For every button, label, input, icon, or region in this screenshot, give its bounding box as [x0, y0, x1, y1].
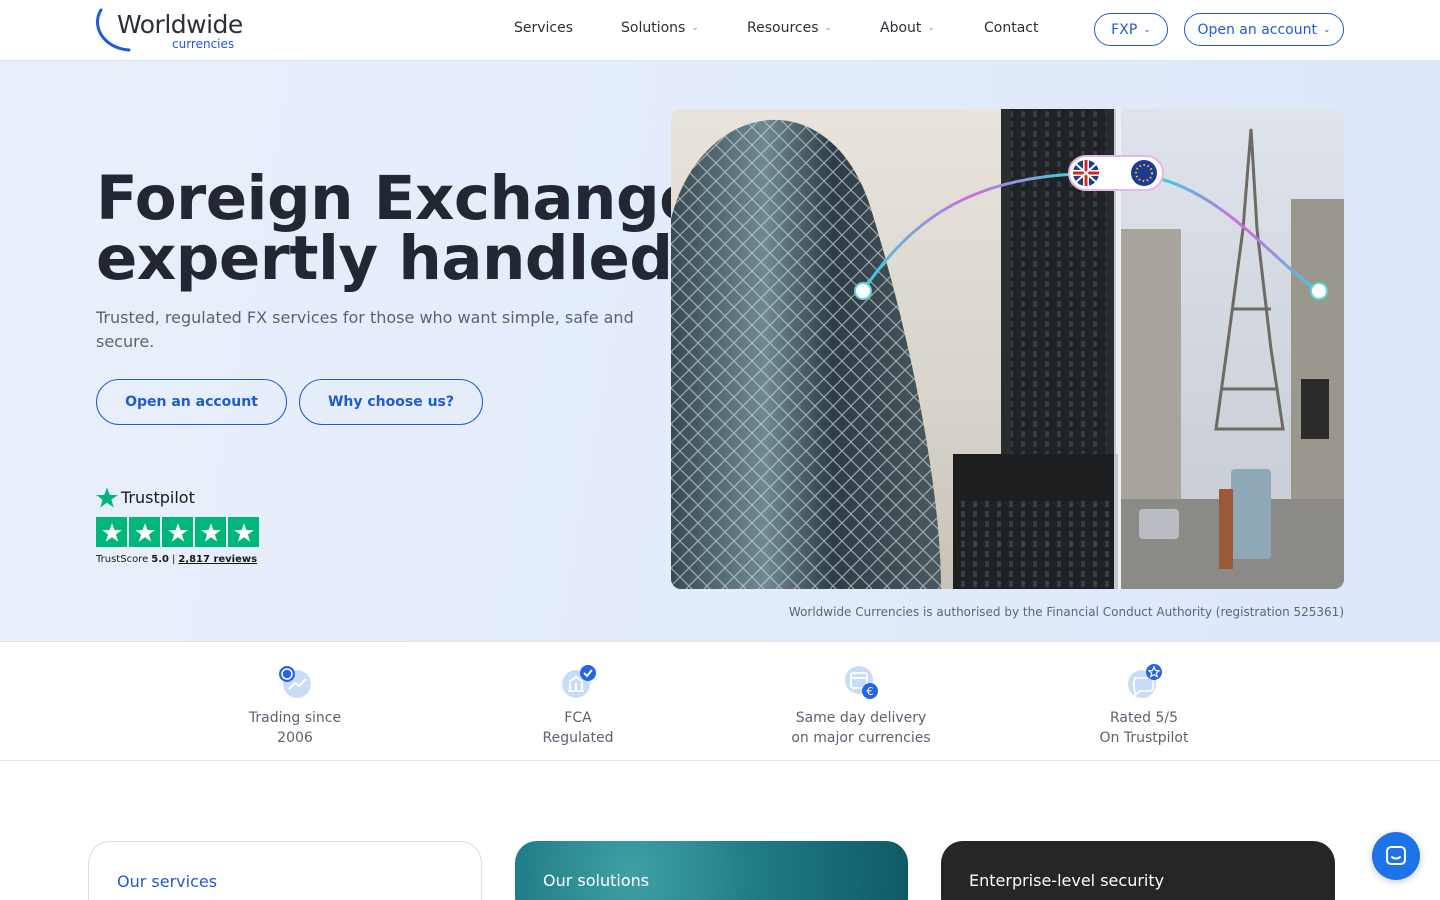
- feature-line-2: 2006: [277, 730, 313, 746]
- fxp-label: FXP: [1111, 21, 1138, 38]
- our-solutions-title: Our solutions: [543, 871, 650, 890]
- trustpilot-reviews-link[interactable]: 2,817 reviews: [178, 554, 257, 565]
- nav-contact[interactable]: Contact: [984, 20, 1038, 36]
- clock-trend-icon: [279, 666, 311, 698]
- chevron-down-icon: ⌄: [1322, 24, 1331, 35]
- open-account-dropdown-button[interactable]: Open an account ⌄: [1184, 13, 1344, 46]
- trustpilot-star-icon: [96, 487, 118, 508]
- feature-line-2: Regulated: [542, 730, 614, 746]
- why-choose-us-button[interactable]: Why choose us?: [299, 379, 483, 425]
- site-header: Worldwide currencies Services Solutions …: [0, 0, 1440, 61]
- chat-launcher-button[interactable]: [1372, 832, 1420, 880]
- our-services-card[interactable]: Our services: [88, 841, 482, 900]
- hero-title: Foreign Exchange, expertly handled.: [96, 163, 723, 294]
- trustpilot-logo[interactable]: Trustpilot: [96, 486, 195, 508]
- feature-rated-5-5: Rated 5/5 On Trustpilot: [1044, 662, 1244, 748]
- feature-text: Same day delivery on major currencies: [761, 708, 961, 748]
- chat-icon: [1386, 846, 1406, 865]
- logo-subtitle: currencies: [172, 37, 235, 51]
- worldwide-currencies-logo[interactable]: Worldwide currencies: [95, 8, 245, 52]
- trustpilot-star-icon: [162, 517, 193, 547]
- feature-line-1: Same day delivery: [795, 710, 927, 726]
- feature-line-2: on major currencies: [791, 730, 931, 746]
- trustpilot-star-icon: [195, 517, 226, 547]
- feature-line-1: Rated 5/5: [1110, 710, 1178, 726]
- chat-star-icon: [1128, 664, 1162, 698]
- nav-solutions-label: Solutions: [621, 20, 686, 36]
- chevron-down-icon: ⌄: [691, 23, 699, 33]
- nav-contact-label: Contact: [984, 20, 1039, 36]
- hero-image-london-paris: [671, 109, 1344, 589]
- nav-about-label: About: [880, 20, 922, 36]
- feature-same-day-delivery: € Same day delivery on major currencies: [761, 662, 961, 748]
- feature-fca-regulated: FCA Regulated: [478, 662, 678, 748]
- hero-section: Foreign Exchange, expertly handled. Trus…: [0, 61, 1440, 642]
- feature-text: Rated 5/5 On Trustpilot: [1044, 708, 1244, 748]
- trustscore-label: TrustScore: [96, 554, 149, 565]
- nav-resources-label: Resources: [747, 20, 819, 36]
- open-account-label: Open an account: [1197, 21, 1317, 38]
- trustpilot-score: TrustScore 5.0 | 2,817 reviews: [96, 554, 257, 565]
- chevron-down-icon: ⌄: [1143, 24, 1151, 35]
- hero-title-line-1: Foreign Exchange,: [96, 163, 723, 234]
- eur-flag-icon: [1131, 160, 1157, 186]
- hero-subtitle: Trusted, regulated FX services for those…: [96, 308, 634, 351]
- chevron-down-icon: ⌄: [824, 23, 833, 33]
- trustpilot-star-icon: [96, 517, 127, 547]
- nav-services-label: Services: [514, 20, 574, 36]
- features-strip: Trading since 2006 FCA Regulated € Same …: [0, 642, 1440, 761]
- fca-authorisation-note: Worldwide Currencies is authorised by th…: [788, 605, 1344, 619]
- feature-line-1: FCA: [564, 710, 592, 726]
- feature-line-1: Trading since: [248, 710, 342, 726]
- open-account-button[interactable]: Open an account: [96, 379, 287, 425]
- trustscore-value: 5.0: [151, 554, 169, 565]
- fxp-dropdown-button[interactable]: FXP ⌄: [1094, 13, 1168, 46]
- trustpilot-brand: Trustpilot: [121, 487, 195, 507]
- enterprise-security-card[interactable]: Enterprise-level security: [941, 841, 1335, 900]
- bank-check-icon: [562, 665, 596, 698]
- feature-text: FCA Regulated: [478, 708, 678, 748]
- nav-solutions[interactable]: Solutions ⌄: [621, 20, 699, 36]
- trustpilot-star-icon: [129, 517, 160, 547]
- nav-services[interactable]: Services: [514, 20, 573, 36]
- enterprise-security-title: Enterprise-level security: [969, 871, 1165, 890]
- trustpilot-star-icon: [228, 517, 259, 547]
- nav-resources[interactable]: Resources ⌄: [747, 20, 832, 36]
- chevron-down-icon: ⌄: [927, 23, 935, 33]
- trustscore-separator: |: [171, 554, 176, 565]
- our-solutions-card[interactable]: Our solutions: [515, 841, 908, 900]
- calendar-euro-icon: €: [845, 666, 878, 699]
- hero-illustration: [671, 109, 1344, 589]
- gbp-flag-icon: [1073, 160, 1099, 186]
- feature-trading-since: Trading since 2006: [195, 662, 395, 748]
- hero-title-line-2: expertly handled.: [96, 223, 696, 294]
- logo-wordmark: Worldwide: [117, 10, 243, 39]
- nav-about[interactable]: About ⌄: [880, 20, 935, 36]
- feature-text: Trading since 2006: [195, 708, 395, 748]
- svg-text:€: €: [867, 685, 874, 698]
- trustpilot-rating-stars: [96, 517, 259, 547]
- feature-line-2: On Trustpilot: [1099, 730, 1189, 746]
- our-services-title: Our services: [117, 872, 218, 891]
